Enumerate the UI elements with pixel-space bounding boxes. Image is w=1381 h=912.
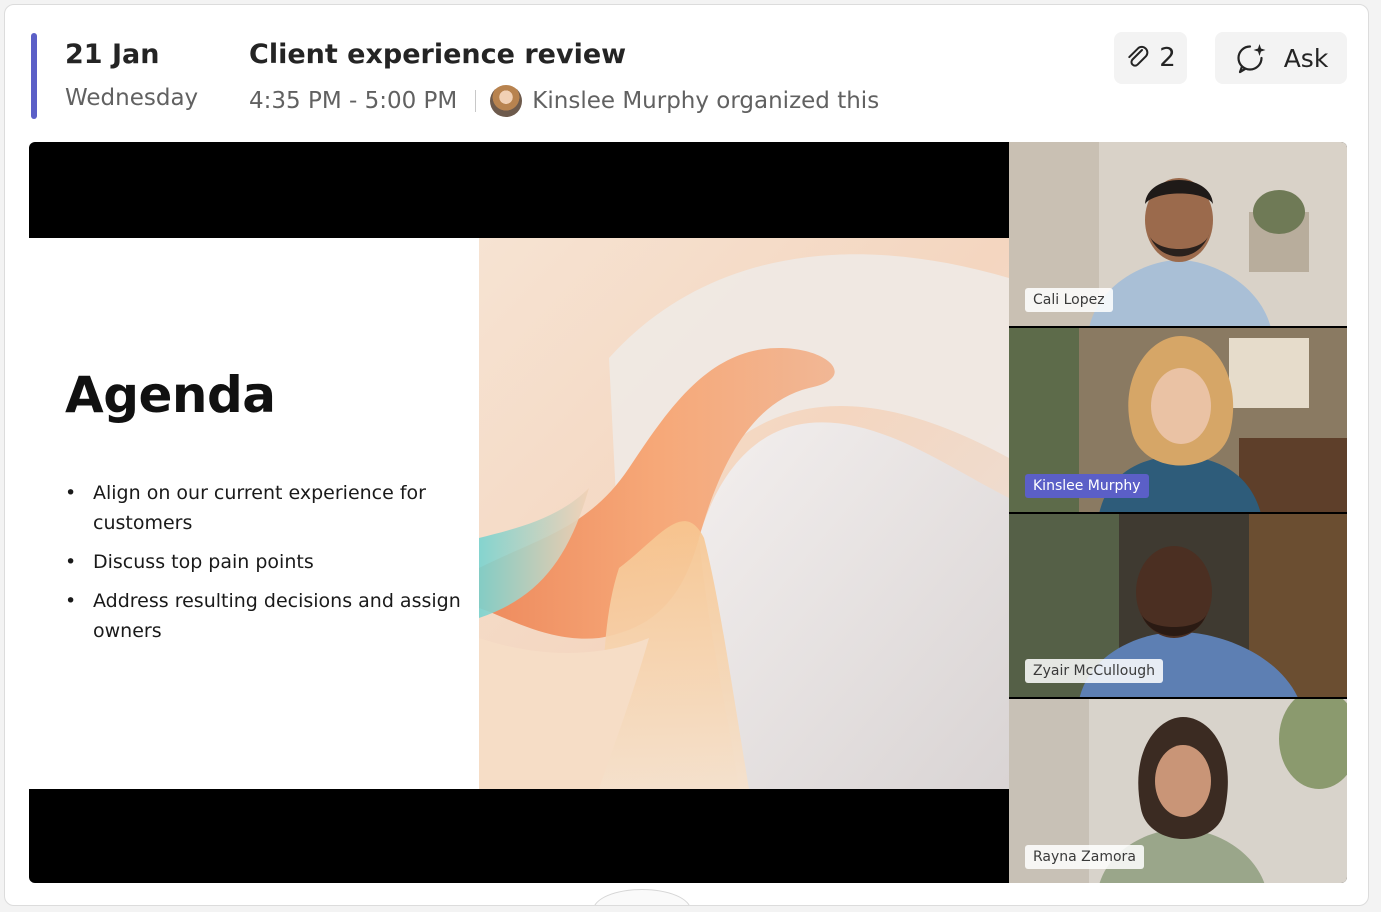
participant-tile[interactable]: Cali Lopez [1009,142,1347,326]
expand-handle[interactable] [593,889,691,905]
participant-tile[interactable]: Kinslee Murphy [1009,325,1347,512]
copilot-sparkle-icon [1237,44,1266,74]
ask-copilot-button[interactable]: Ask [1215,32,1347,84]
participant-tile[interactable]: Zyair McCullough [1009,511,1347,698]
participant-tile[interactable]: Rayna Zamora [1009,697,1347,883]
slide-heading: Agenda [65,366,276,424]
meeting-weekday: Wednesday [65,85,199,111]
slide-bullet: Align on our current experience for cust… [65,478,465,538]
meeting-date: 21 Jan [65,39,160,70]
meeting-time: 4:35 PM - 5:00 PM [249,88,458,114]
organizer-text: Kinslee Murphy organized this [532,88,880,114]
shared-slide: Agenda Align on our current experience f… [29,238,1009,789]
slide-bullet: Discuss top pain points [65,547,465,577]
paperclip-icon [1128,45,1149,67]
meeting-meta: 4:35 PM - 5:00 PM Kinslee Murphy organiz… [249,85,879,117]
participant-name: Kinslee Murphy [1025,473,1149,498]
meeting-recording-stage[interactable]: Agenda Align on our current experience f… [29,142,1347,883]
meeting-recap-card: 21 Jan Wednesday Client experience revie… [4,4,1369,906]
slide-bullet: Address resulting decisions and assign o… [65,586,465,646]
slide-abstract-artwork [479,238,1009,789]
participant-name: Rayna Zamora [1025,845,1144,869]
meeting-title[interactable]: Client experience review [249,39,626,70]
slide-bullet-list: Align on our current experience for cust… [65,478,465,655]
participant-name: Cali Lopez [1025,287,1113,312]
attachments-button[interactable]: 2 [1114,32,1187,84]
ask-label: Ask [1283,43,1329,73]
meta-divider [475,90,477,112]
attachments-count: 2 [1159,43,1176,73]
organizer-avatar [490,85,523,117]
calendar-accent-bar [31,33,37,119]
participant-video-strip: Cali Lopez Kinslee Murphy Zyair McCullou… [1009,142,1347,883]
participant-name: Zyair McCullough [1025,659,1163,684]
